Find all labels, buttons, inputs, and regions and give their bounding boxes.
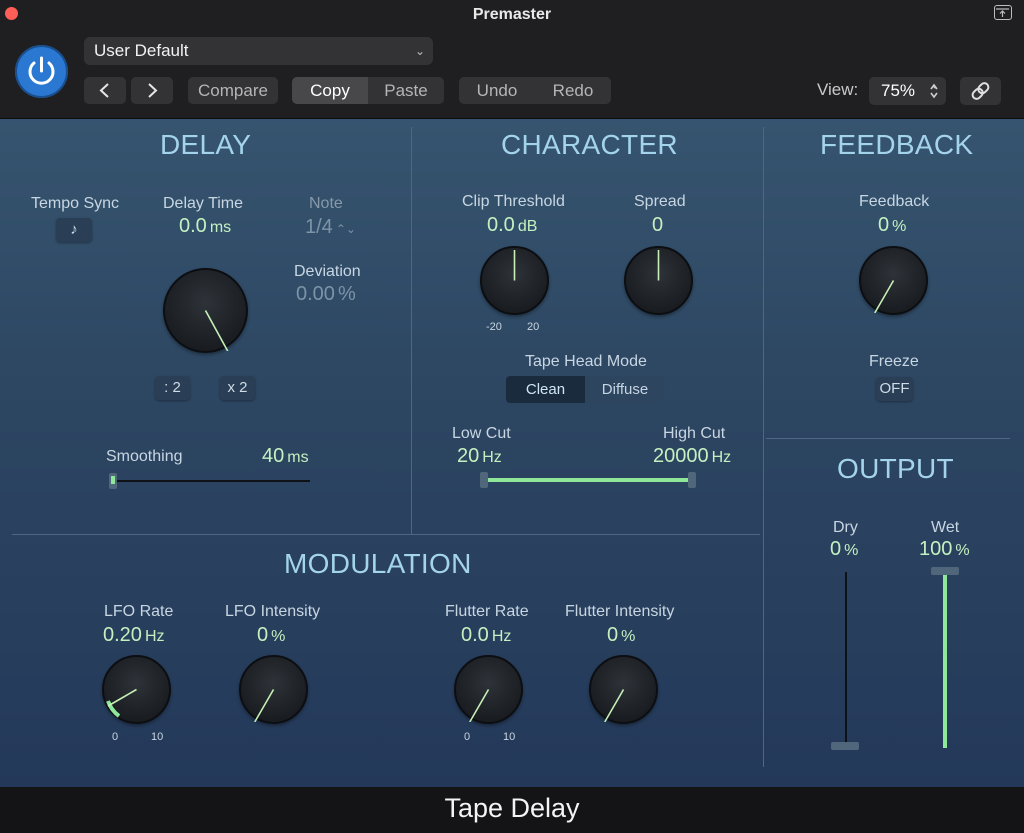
spread-knob[interactable] [624, 246, 693, 315]
plugin-name: Tape Delay [444, 793, 580, 823]
cut-range-slider[interactable] [484, 478, 692, 482]
lfo-rate-knob[interactable] [102, 655, 171, 724]
next-preset-button[interactable] [131, 77, 173, 104]
clip-threshold-knob[interactable] [480, 246, 549, 315]
low-cut-label: Low Cut [452, 425, 511, 442]
dry-label: Dry [833, 519, 858, 536]
spread-label: Spread [634, 193, 686, 210]
link-icon [971, 82, 990, 100]
smoothing-slider[interactable] [109, 480, 310, 482]
previous-preset-button[interactable] [84, 77, 126, 104]
clip-threshold-label: Clip Threshold [462, 193, 565, 210]
clip-threshold-min: -20 [486, 321, 502, 333]
wet-value[interactable]: 100% [919, 538, 970, 561]
low-cut-handle[interactable] [480, 472, 488, 488]
lfo-intensity-label: LFO Intensity [225, 603, 321, 620]
chevron-left-icon [99, 83, 109, 98]
wet-fader[interactable] [943, 570, 947, 748]
flutter-rate-min: 0 [464, 731, 471, 743]
feedback-section-title: FEEDBACK [820, 129, 974, 160]
divider [411, 127, 412, 534]
flutter-rate-max: 10 [503, 731, 516, 743]
freeze-button[interactable]: OFF [876, 377, 913, 401]
lfo-rate-min: 0 [112, 731, 119, 743]
power-icon [28, 56, 55, 85]
feedback-knob[interactable] [859, 246, 928, 315]
expand-icon[interactable] [994, 5, 1012, 20]
tape-head-clean-button[interactable]: Clean [506, 376, 585, 403]
view-zoom-select[interactable]: 75% ⌃ [869, 77, 946, 105]
lfo-intensity-value[interactable]: 0% [257, 624, 285, 647]
flutter-rate-knob[interactable] [454, 655, 523, 724]
smoothing-value[interactable]: 40 ms [262, 445, 309, 468]
flutter-intensity-value[interactable]: 0% [607, 624, 635, 647]
divider [763, 127, 764, 767]
spread-value[interactable]: 0 [652, 214, 663, 237]
preset-menu[interactable]: User Default ⌄ [84, 37, 433, 65]
stepper-icon [930, 83, 938, 99]
tempo-sync-button[interactable]: ♪ [56, 218, 92, 242]
delay-time-knob[interactable] [163, 268, 248, 353]
plugin-panel: DELAY Tempo Sync ♪ Delay Time 0.0 ms Note… [0, 119, 1024, 787]
chevron-down-icon: ⌄ [414, 44, 425, 58]
deviation-value[interactable]: 0.00% [296, 283, 356, 306]
window-title: Premaster [472, 6, 552, 23]
feedback-label: Feedback [859, 193, 930, 210]
power-button[interactable] [15, 45, 68, 98]
modulation-section-title: MODULATION [284, 548, 472, 579]
low-cut-value[interactable]: 20 Hz [457, 445, 502, 468]
wet-label: Wet [931, 519, 960, 536]
undo-button[interactable]: Undo [459, 77, 535, 104]
redo-button[interactable]: Redo [535, 77, 611, 104]
compare-button[interactable]: Compare [188, 77, 278, 104]
header-bar: Premaster User Default ⌄ Compare Copy Pa… [0, 0, 1024, 119]
tape-head-mode-label: Tape Head Mode [525, 353, 647, 370]
link-button[interactable] [960, 77, 1001, 105]
clip-threshold-max: 20 [527, 321, 540, 333]
dry-fader-handle[interactable] [831, 742, 859, 750]
feedback-value[interactable]: 0% [878, 214, 906, 237]
smoothing-label: Smoothing [106, 448, 183, 465]
view-label: View: [817, 80, 859, 99]
delay-time-value[interactable]: 0.0 ms [179, 215, 231, 238]
preset-name: User Default [94, 41, 189, 60]
divider [766, 438, 1010, 439]
chevron-right-icon [148, 83, 158, 98]
dry-fader[interactable] [845, 572, 847, 747]
double-time-button[interactable]: x 2 [220, 376, 255, 400]
tape-head-diffuse-button[interactable]: Diffuse [585, 376, 665, 403]
music-note-icon: ♪ [70, 221, 78, 238]
high-cut-handle[interactable] [688, 472, 696, 488]
flutter-rate-label: Flutter Rate [445, 603, 529, 620]
plugin-window: Premaster User Default ⌄ Compare Copy Pa… [0, 0, 1024, 833]
lfo-rate-max: 10 [151, 731, 164, 743]
flutter-intensity-knob[interactable] [589, 655, 658, 724]
note-value[interactable]: 1/4 ⌃⌄ [305, 216, 356, 239]
divider [12, 534, 760, 535]
flutter-rate-value[interactable]: 0.0 Hz [461, 624, 511, 647]
flutter-intensity-label: Flutter Intensity [565, 603, 675, 620]
smoothing-fill [111, 476, 115, 484]
tempo-sync-label: Tempo Sync [31, 195, 120, 212]
delay-section-title: DELAY [160, 129, 252, 160]
copy-button[interactable]: Copy [292, 77, 368, 104]
halve-time-button[interactable]: : 2 [155, 376, 190, 400]
wet-fader-handle[interactable] [931, 567, 959, 575]
output-section-title: OUTPUT [837, 453, 954, 484]
freeze-label: Freeze [869, 353, 919, 370]
deviation-label: Deviation [294, 263, 361, 280]
lfo-intensity-knob[interactable] [239, 655, 308, 724]
character-section-title: CHARACTER [501, 129, 678, 160]
high-cut-value[interactable]: 20000 Hz [653, 445, 731, 468]
clip-threshold-value[interactable]: 0.0 dB [487, 214, 537, 237]
lfo-rate-label: LFO Rate [104, 603, 174, 620]
dry-value[interactable]: 0% [830, 538, 858, 561]
paste-button[interactable]: Paste [368, 77, 444, 104]
high-cut-label: High Cut [663, 425, 726, 442]
view-zoom-value: 75% [881, 81, 916, 100]
footer-bar: Tape Delay [0, 787, 1024, 833]
note-label: Note [309, 195, 343, 212]
delay-time-label: Delay Time [163, 195, 244, 212]
lfo-rate-value[interactable]: 0.20 Hz [103, 624, 165, 647]
